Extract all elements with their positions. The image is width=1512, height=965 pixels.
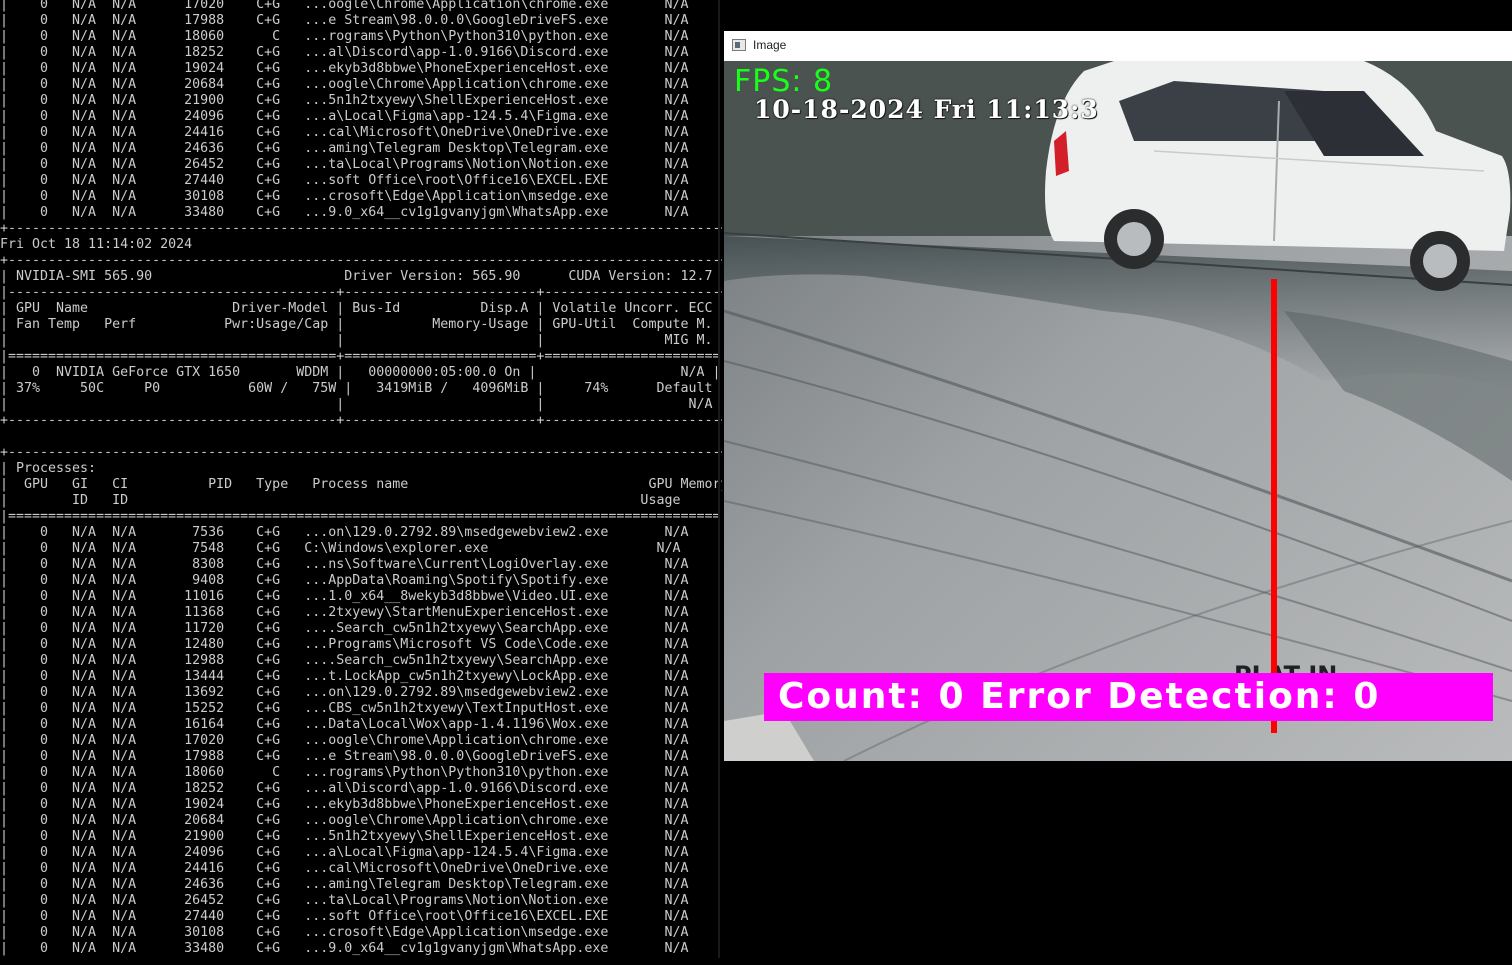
image-window[interactable]: Image FPS: 8 10-18-2024 Fri 11:13:3 Coun… [724,31,1512,761]
count-overlay: Count: 0 Error Detection: 0 [764,673,1493,721]
terminal-edge [718,0,720,958]
image-window-icon [732,39,746,51]
image-window-titlebar[interactable]: Image [724,31,1512,61]
image-window-title: Image [753,38,787,52]
nvidia-smi-output: | 0 N/A N/A 17020 C+G ...oogle\Chrome\Ap… [0,0,722,956]
camera-timestamp-overlay: 10-18-2024 Fri 11:13:3 [754,95,1099,124]
camera-scene: PLAT IN [724,61,1512,761]
fps-overlay: FPS: 8 [734,64,834,99]
camera-frame: PLAT IN FPS: 8 10-18-2024 Fri 11:13:3 Co… [724,61,1512,761]
terminal-window[interactable]: | 0 N/A N/A 17020 C+G ...oogle\Chrome\Ap… [0,0,722,965]
